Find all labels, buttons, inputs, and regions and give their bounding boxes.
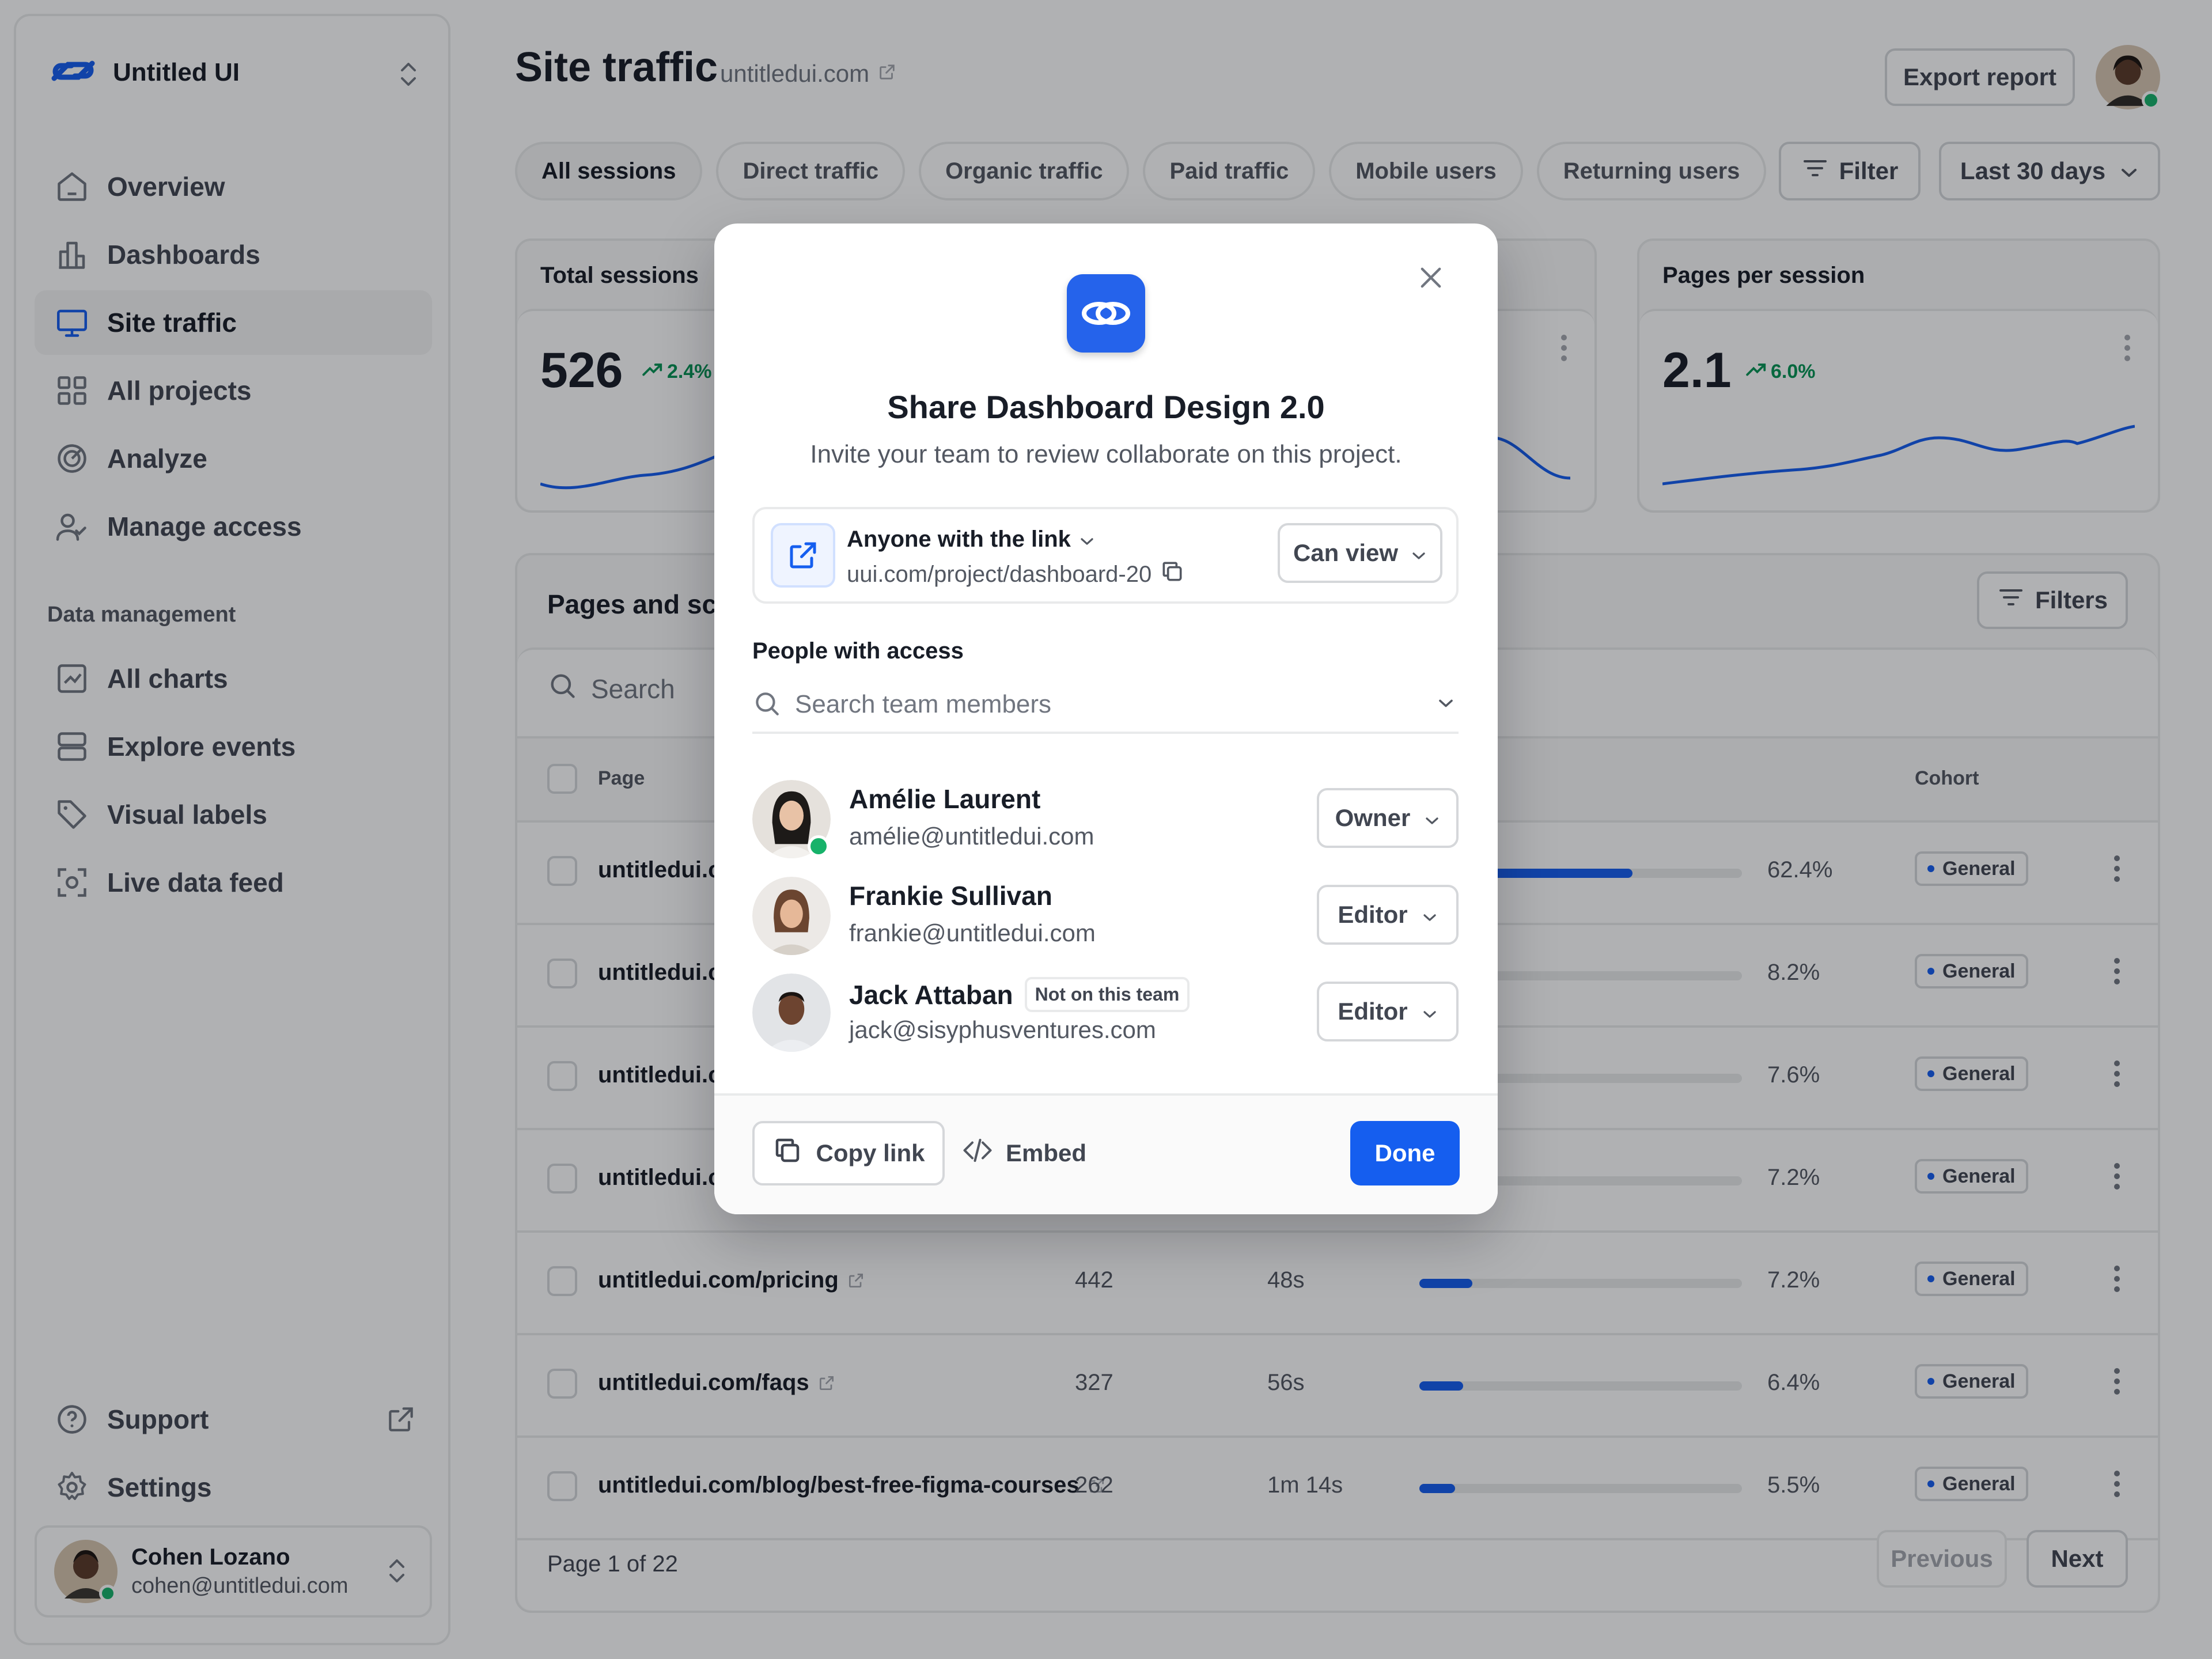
- role-select[interactable]: Editor: [1317, 885, 1459, 945]
- person-email: amélie@untitledui.com: [849, 823, 1094, 850]
- dialog-footer: Copy link Embed Done: [714, 1093, 1498, 1214]
- close-icon: [1416, 263, 1446, 296]
- chevron-down-icon: [1422, 998, 1438, 1025]
- external-link-icon: [771, 523, 835, 588]
- copy-link-label: Copy link: [816, 1139, 925, 1166]
- link-access-label: Anyone with the link: [847, 527, 1071, 552]
- person-name-text: Jack Attaban: [849, 979, 1013, 1010]
- person-email: frankie@untitledui.com: [849, 919, 1096, 946]
- share-url: uui.com/project/dashboard-20: [847, 559, 1185, 590]
- person-name-text: Amélie Laurent: [849, 784, 1041, 814]
- search-icon: [752, 689, 781, 721]
- code-icon: [962, 1135, 993, 1172]
- permission-label: Can view: [1293, 539, 1399, 566]
- role-select[interactable]: Owner: [1317, 788, 1459, 848]
- embed-label: Embed: [1006, 1139, 1087, 1166]
- share-url-text: uui.com/project/dashboard-20: [847, 561, 1152, 587]
- role-label: Editor: [1338, 901, 1408, 928]
- chevron-down-icon: [1424, 804, 1440, 832]
- done-button[interactable]: Done: [1350, 1121, 1460, 1185]
- people-access-heading: People with access: [752, 638, 964, 664]
- role-label: Owner: [1335, 804, 1411, 831]
- dialog-title: Share Dashboard Design 2.0: [887, 389, 1325, 425]
- person-name-text: Frankie Sullivan: [849, 881, 1052, 911]
- share-dialog: Share Dashboard Design 2.0 Invite your t…: [714, 224, 1498, 1214]
- team-search-placeholder: Search team members: [795, 690, 1052, 718]
- person-row: Jack Attaban Not on this team jack@sisyp…: [752, 972, 1459, 1053]
- dialog-subtitle: Invite your team to review collaborate o…: [810, 440, 1402, 468]
- share-logo-icon: [1067, 274, 1145, 353]
- person-row: Frankie Sullivan frankie@untitledui.com …: [752, 876, 1459, 956]
- share-link-box: Anyone with the link uui.com/project/das…: [752, 507, 1459, 604]
- person-row: Amélie Laurent amélie@untitledui.com Own…: [752, 779, 1459, 859]
- person-name: Frankie Sullivan: [849, 880, 1052, 911]
- team-search-input[interactable]: Search team members: [752, 677, 1459, 734]
- avatar: [752, 974, 831, 1052]
- copy-link-button[interactable]: Copy link: [752, 1121, 945, 1185]
- avatar: [752, 877, 831, 955]
- link-access-select[interactable]: Anyone with the link: [847, 527, 1095, 552]
- chevron-down-icon: [1422, 901, 1438, 929]
- app-root: Untitled UI Overview Dashboards Site tra…: [0, 0, 2212, 1659]
- person-email: jack@sisyphusventures.com: [849, 1016, 1156, 1043]
- role-label: Editor: [1338, 998, 1408, 1025]
- copy-icon: [772, 1135, 803, 1172]
- role-select[interactable]: Editor: [1317, 982, 1459, 1041]
- close-button[interactable]: [1408, 256, 1454, 302]
- copy-icon[interactable]: [1160, 559, 1185, 590]
- embed-button[interactable]: Embed: [962, 1121, 1086, 1185]
- online-status-indicator: [808, 835, 830, 857]
- chevron-down-icon: [1411, 539, 1427, 567]
- external-member-badge: Not on this team: [1024, 977, 1190, 1012]
- permission-select[interactable]: Can view: [1278, 523, 1442, 583]
- person-name: Jack Attaban Not on this team: [849, 977, 1190, 1012]
- chevron-down-icon: [1079, 527, 1095, 552]
- person-name: Amélie Laurent: [849, 783, 1040, 815]
- chevron-down-icon: [1437, 698, 1455, 712]
